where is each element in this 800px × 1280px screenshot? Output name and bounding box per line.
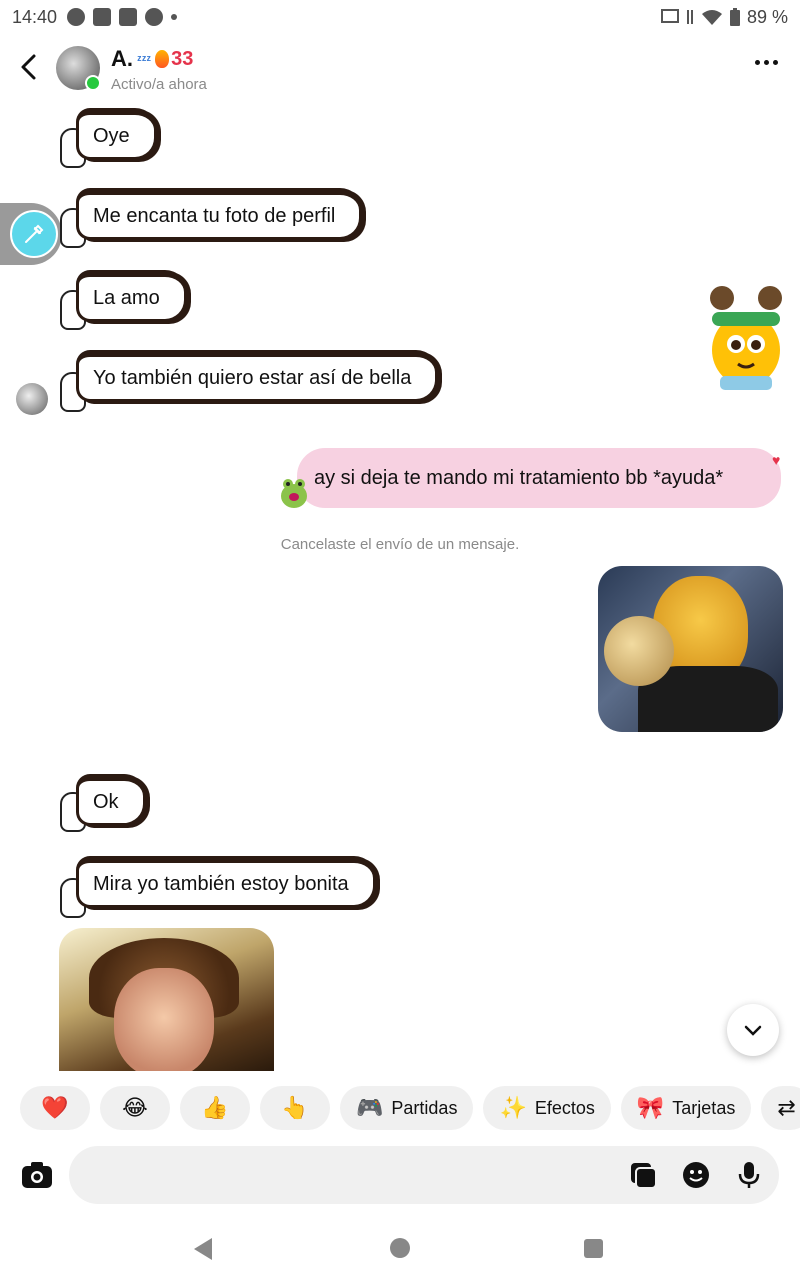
games-chip[interactable]: 🎮 Partidas [340, 1086, 474, 1130]
floating-tool-tab[interactable] [0, 203, 62, 265]
system-note: Cancelaste el envío de un mensaje. [280, 536, 520, 553]
sent-image-message[interactable] [598, 566, 783, 732]
contact-name-row[interactable]: A. ᶻᶻᶻ 33 [111, 46, 193, 72]
message-composer [69, 1146, 779, 1204]
image-content [114, 968, 214, 1071]
online-indicator [85, 75, 101, 91]
nav-recents-icon[interactable] [584, 1239, 603, 1258]
received-image-message[interactable] [59, 928, 274, 1071]
reaction-laugh-chip[interactable]: 😂 [100, 1086, 170, 1130]
message-input[interactable] [89, 1156, 609, 1194]
thumbs-up-icon: 👍 [201, 1095, 229, 1120]
reaction-thumbs-up-chip[interactable]: 👍 [180, 1086, 250, 1130]
more-options-icon[interactable] [755, 60, 778, 65]
nav-home-icon[interactable] [390, 1238, 410, 1258]
chat-header: A. ᶻᶻᶻ 33 Activo/a ahora [0, 40, 800, 100]
cast-icon [660, 9, 679, 23]
effects-icon: ✨ [499, 1095, 527, 1120]
streak-badge: 33 [155, 48, 193, 71]
received-message[interactable]: Mira yo también estoy bonita [76, 856, 376, 908]
contact-avatar[interactable] [56, 46, 101, 91]
emoji-sticker[interactable] [700, 284, 792, 394]
system-nav-bar [0, 1218, 800, 1280]
heart-reaction-icon: ♥ [772, 452, 781, 468]
received-message[interactable]: La amo [76, 270, 187, 322]
microphone-icon[interactable] [734, 1160, 764, 1190]
sleep-zzz-icon: ᶻᶻᶻ [137, 51, 152, 67]
sticker-icon[interactable] [681, 1160, 711, 1190]
more-notifications-icon [171, 14, 178, 20]
received-message[interactable]: Me encanta tu foto de perfil [76, 188, 363, 240]
chip-label: Efectos [534, 1097, 595, 1118]
sent-message[interactable]: ay si deja te mando mi tratamiento bb *a… [297, 448, 781, 508]
received-message[interactable]: Ok [76, 774, 146, 826]
more-chip[interactable]: ⇄ [761, 1086, 800, 1130]
scroll-to-bottom-button[interactable] [727, 1004, 779, 1056]
gallery-icon[interactable] [628, 1160, 658, 1190]
status-time: 14:40 [12, 6, 58, 27]
received-message[interactable]: Oye [76, 108, 157, 160]
cards-chip[interactable]: 🎀 Tarjetas [620, 1086, 752, 1130]
streak-count: 33 [171, 47, 194, 70]
contact-status: Activo/a ahora [111, 76, 207, 93]
capcut-icon [93, 8, 112, 26]
status-bar: 14:40 89 % [0, 0, 800, 34]
chip-label: Partidas [391, 1097, 458, 1118]
flame-icon [155, 50, 170, 68]
battery-percent: 89 % [746, 6, 788, 27]
chevron-down-icon [744, 1025, 762, 1036]
sender-avatar[interactable] [16, 383, 48, 415]
swap-icon: ⇄ [777, 1095, 796, 1120]
eyedropper-icon [10, 210, 58, 258]
screen-record-icon [145, 8, 164, 26]
heart-icon: ❤️ [41, 1095, 69, 1120]
effects-chip[interactable]: ✨ Efectos [483, 1086, 611, 1130]
back-arrow-icon[interactable] [14, 52, 44, 82]
battery-icon [729, 8, 740, 26]
facebook-icon [67, 8, 86, 26]
box-icon [119, 8, 138, 26]
quick-actions-bar: ❤️ 😂 👍 👆 🎮 Partidas ✨ Efectos 🎀 Tarjetas… [20, 1086, 800, 1132]
data-arrows-icon [686, 10, 693, 24]
wifi-icon [701, 10, 722, 25]
notification-icons [67, 8, 178, 26]
chip-label: Tarjetas [672, 1097, 736, 1118]
cards-icon: 🎀 [636, 1095, 665, 1120]
gamepad-icon: 🎮 [356, 1095, 384, 1120]
nav-back-icon[interactable] [194, 1238, 212, 1260]
reaction-heart-chip[interactable]: ❤️ [20, 1086, 90, 1130]
frog-sticker-icon [281, 479, 307, 508]
reaction-point-chip[interactable]: 👆 [260, 1086, 330, 1130]
laugh-icon: 😂 [122, 1095, 148, 1120]
received-message[interactable]: Yo también quiero estar así de bella [76, 350, 439, 402]
contact-name: A. [111, 46, 133, 71]
point-up-icon: 👆 [281, 1095, 309, 1120]
camera-icon[interactable] [20, 1158, 54, 1192]
